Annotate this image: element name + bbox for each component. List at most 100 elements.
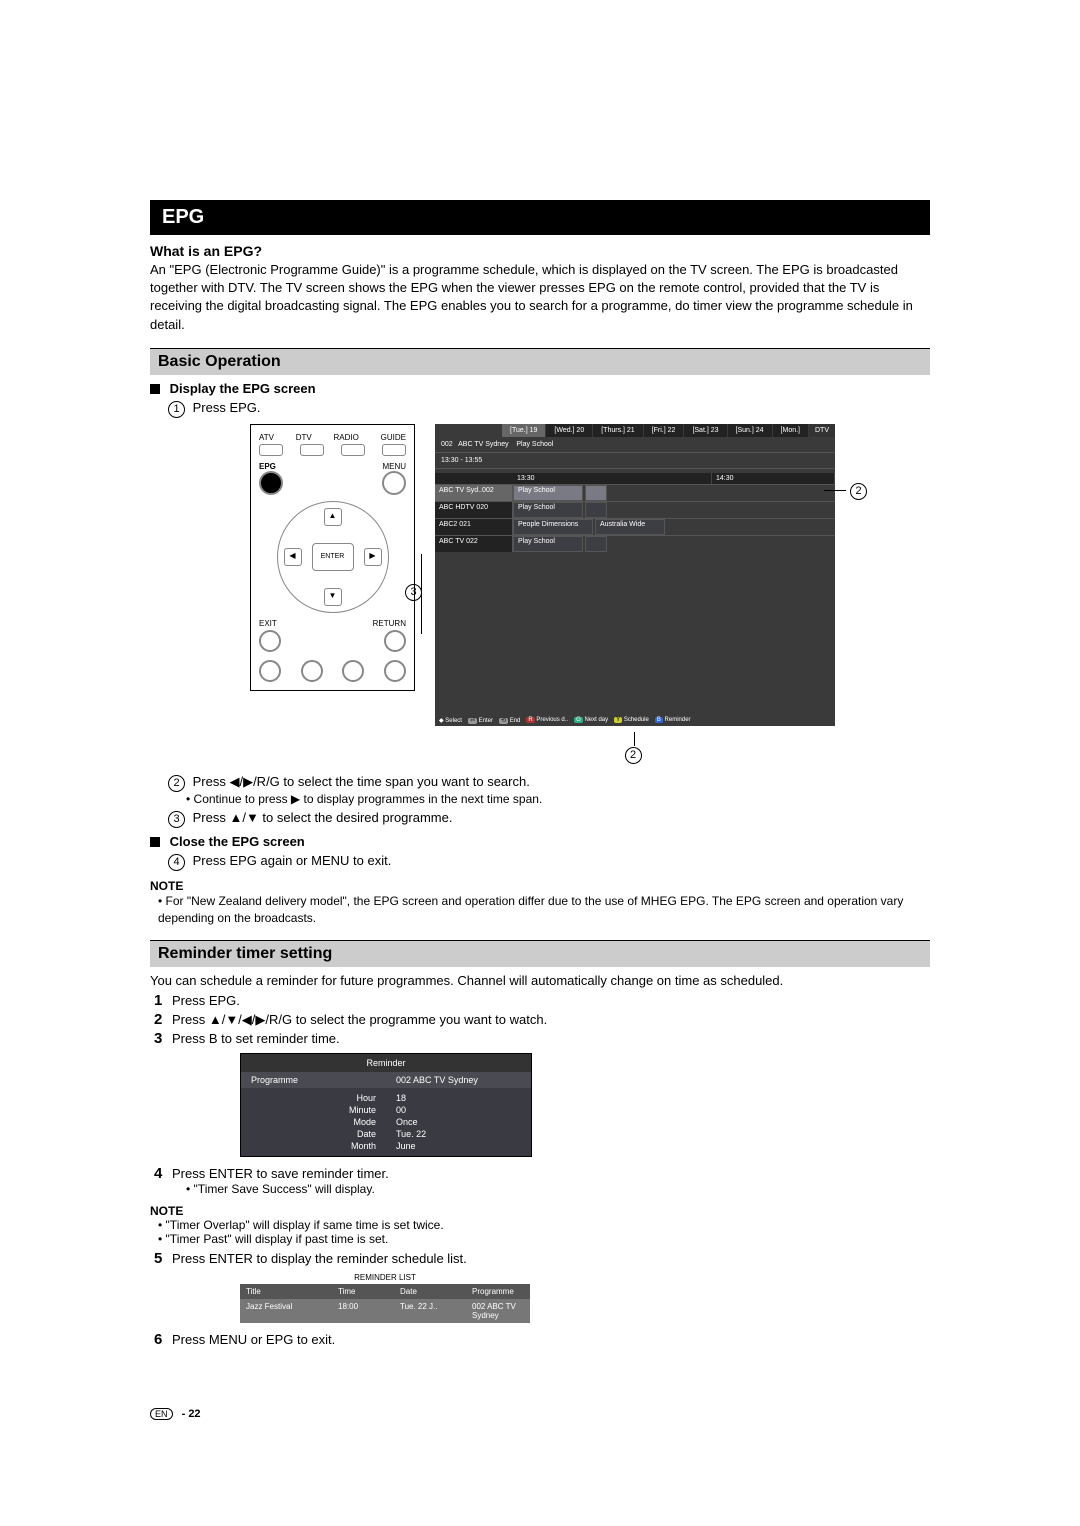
remote-label-menu: MENU	[382, 462, 406, 471]
epg-day-tab: [Fri.] 22	[644, 424, 684, 437]
step-num-6: 6	[154, 1331, 172, 1348]
rlist-cell: Tue. 22 J..	[394, 1299, 466, 1323]
step-4-icon: 4	[168, 854, 185, 871]
epg-key-enter: Enter	[479, 718, 493, 724]
rlist-hdr: Title	[240, 1284, 332, 1299]
remote-exit-button	[259, 630, 281, 652]
r-step-1: Press EPG.	[172, 993, 240, 1008]
reminder-field-label: Minute	[251, 1104, 376, 1116]
reminder-list-title: REMINDER LIST	[240, 1271, 530, 1284]
step-num-1: 1	[154, 992, 172, 1009]
step-2-sub: Continue to press ▶ to display programme…	[186, 792, 930, 806]
epg-row: ABC TV 022 Play School	[435, 535, 835, 552]
r-step-4: Press ENTER to save reminder timer.	[172, 1166, 389, 1181]
heading-close-epg: Close the EPG screen	[170, 834, 305, 849]
rlist-hdr: Programme	[466, 1284, 530, 1299]
remote-btn	[300, 444, 324, 456]
epg-programme-cell	[585, 536, 607, 552]
remote-btn	[341, 444, 365, 456]
remote-enter-button: ENTER	[312, 543, 354, 571]
remote-epg-button	[259, 471, 283, 495]
note-2a: "Timer Overlap" will display if same tim…	[150, 1218, 930, 1232]
epg-key-r: Previous d..	[536, 717, 568, 723]
epg-channel-num: 002	[441, 441, 453, 448]
remote-label-atv: ATV	[259, 433, 274, 442]
remote-label-epg: EPG	[259, 462, 276, 471]
step-num-2: 2	[154, 1011, 172, 1028]
remote-color-button	[384, 660, 406, 682]
epg-key-select: Select	[445, 718, 462, 724]
reminder-field-label: Mode	[251, 1116, 376, 1128]
remote-dpad: ▲ ▼ ◀ ▶ ENTER	[277, 501, 389, 613]
epg-programme-cell: Play School	[513, 485, 583, 501]
reminder-intro: You can schedule a reminder for future p…	[150, 973, 930, 988]
epg-footer: ◆ Select ⏎ Enter ⟲ End R Previous d.. G …	[439, 717, 831, 724]
rlist-cell: Jazz Festival	[240, 1299, 332, 1323]
heading-display-epg: Display the EPG screen	[170, 381, 316, 396]
reminder-programme-value: 002 ABC TV Sydney	[386, 1072, 531, 1088]
reminder-title: Reminder	[241, 1054, 531, 1072]
epg-day-tab: [Sat.] 23	[684, 424, 726, 437]
arrow-right-icon: ▶	[364, 548, 382, 566]
epg-dtv-label: DTV	[809, 424, 835, 437]
note-heading: NOTE	[150, 879, 930, 893]
note-1-text: For "New Zealand delivery model", the EP…	[150, 893, 930, 927]
remote-color-button	[259, 660, 281, 682]
paragraph-what-is-epg: An "EPG (Electronic Programme Guide)" is…	[150, 261, 930, 334]
remote-btn	[382, 444, 406, 456]
epg-programme-cell	[585, 502, 607, 518]
bullet-square-icon	[150, 837, 160, 847]
reminder-field-label: Date	[251, 1128, 376, 1140]
reminder-dialog: Reminder Programme 002 ABC TV Sydney Hou…	[240, 1053, 532, 1157]
remote-color-button	[301, 660, 323, 682]
epg-key-g: Next day	[584, 717, 608, 723]
epg-channel-cell: ABC TV Syd..002	[435, 485, 513, 501]
heading-what-is-epg: What is an EPG?	[150, 243, 930, 259]
step-3-text: Press ▲/▼ to select the desired programm…	[193, 810, 453, 825]
reminder-field-label: Month	[251, 1140, 376, 1152]
arrow-up-icon: ▲	[324, 508, 342, 526]
arrow-down-icon: ▼	[324, 588, 342, 606]
reminder-field-value: June	[396, 1140, 521, 1152]
epg-programme-cell: People Dimensions	[513, 519, 593, 535]
step-num-4: 4	[154, 1165, 172, 1182]
epg-programme-cell: Play School	[513, 536, 583, 552]
callout-2b-icon: 2	[625, 747, 642, 764]
remote-label-exit: EXIT	[259, 619, 277, 628]
epg-timespan: 13:30 - 13:55	[435, 453, 835, 469]
epg-time-header: 13:30	[513, 473, 712, 484]
epg-day-tab: [Thurs.] 21	[593, 424, 642, 437]
r-step-5: Press ENTER to display the reminder sche…	[172, 1251, 467, 1266]
r-step-2: Press ▲/▼/◀/▶/R/G to select the programm…	[172, 1012, 547, 1027]
epg-channel-cell: ABC2 021	[435, 519, 513, 535]
rlist-cell: 002 ABC TV Sydney	[466, 1299, 530, 1323]
epg-channel-cell: ABC TV 022	[435, 536, 513, 552]
step-num-5: 5	[154, 1250, 172, 1267]
reminder-field-value: Once	[396, 1116, 521, 1128]
epg-preview: [Tue.] 19 [Wed.] 20 [Thurs.] 21 [Fri.] 2…	[435, 424, 835, 726]
rlist-cell: 18:00	[332, 1299, 394, 1323]
reminder-list: REMINDER LIST Title Time Date Programme …	[240, 1271, 530, 1323]
callout-3-icon: 3	[405, 584, 422, 601]
note-2b: "Timer Past" will display if past time i…	[150, 1232, 930, 1246]
reminder-field-value: 00	[396, 1104, 521, 1116]
epg-row: ABC2 021 People Dimensions Australia Wid…	[435, 518, 835, 535]
r-step-6: Press MENU or EPG to exit.	[172, 1332, 335, 1347]
remote-label-return: RETURN	[373, 619, 406, 628]
remote-return-button	[384, 630, 406, 652]
remote-btn	[259, 444, 283, 456]
rlist-hdr: Date	[394, 1284, 466, 1299]
callout-2-icon: 2	[850, 483, 867, 500]
epg-day-tab: [Mon.]	[773, 424, 808, 437]
reminder-field-label: Hour	[251, 1092, 376, 1104]
step-2-icon: 2	[168, 775, 185, 792]
epg-programme-name: Play School	[516, 441, 553, 448]
note-heading-2: NOTE	[150, 1204, 930, 1218]
bullet-square-icon	[150, 384, 160, 394]
step-3-icon: 3	[168, 811, 185, 828]
epg-key-b: Reminder	[665, 717, 691, 723]
remote-label-radio: RADIO	[334, 433, 359, 442]
remote-illustration: ATV DTV RADIO GUIDE EPG MENU ▲ ▼	[250, 424, 415, 691]
remote-color-button	[342, 660, 364, 682]
heading-reminder-timer: Reminder timer setting	[150, 940, 930, 967]
